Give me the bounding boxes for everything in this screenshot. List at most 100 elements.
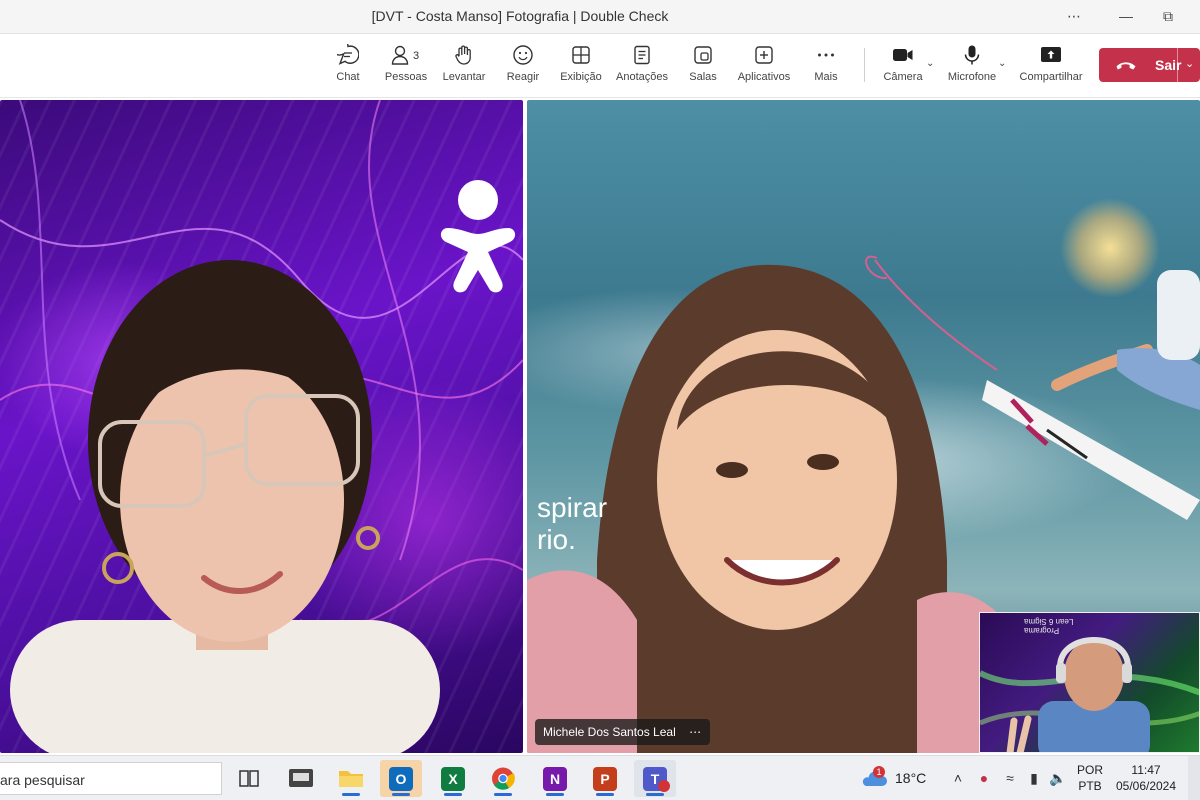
powerpoint-icon: P [593, 767, 617, 791]
onenote-icon: N [543, 767, 567, 791]
breakout-rooms-icon [694, 46, 712, 64]
participant-name-tag[interactable]: Michele Dos Santos Leal ⋯ [535, 719, 711, 745]
task-view-button[interactable] [228, 760, 270, 797]
more-icon [818, 53, 834, 57]
leave-button[interactable]: Sair ⌄ [1099, 48, 1200, 82]
restore-icon[interactable]: ⧉ [1154, 4, 1182, 28]
taskbar-app-excel[interactable]: X [432, 760, 474, 797]
show-hidden-icons-chevron-icon[interactable]: ˄ [948, 770, 968, 786]
task-view-icon [239, 770, 259, 787]
smiley-icon [513, 45, 533, 65]
people-label: Pessoas [384, 71, 428, 83]
window-more-icon[interactable]: ⋯ [1060, 4, 1088, 28]
share-screen-icon [1041, 47, 1061, 62]
notes-button[interactable]: Anotações [614, 44, 670, 92]
participant-video-left [0, 100, 523, 753]
teams-meeting-window: [DVT - Costa Manso] Fotografia | Double … [0, 0, 1200, 800]
apps-button[interactable]: Aplicativos [734, 44, 794, 92]
chat-icon [337, 44, 359, 65]
taskbar-app-outlook[interactable]: O [380, 760, 422, 797]
camera-button[interactable]: Câmera [880, 44, 926, 92]
react-button[interactable]: Reagir [504, 44, 542, 92]
people-icon [391, 45, 409, 65]
teams-recording-badge [658, 780, 670, 792]
more-button[interactable]: Mais [810, 44, 842, 92]
layout-grid-icon [572, 46, 590, 64]
people-count: 3 [413, 50, 420, 62]
caption-line2: Lean 6 Sigma [1024, 617, 1074, 626]
chat-label: Chat [336, 71, 360, 83]
security-alert-icon[interactable]: ● [974, 770, 994, 786]
chrome-icon [492, 767, 515, 790]
battery-icon[interactable]: ▮ [1024, 770, 1044, 787]
keyboard-layout: PTB [1078, 779, 1102, 793]
hang-up-icon [1116, 62, 1136, 70]
outlook-icon: O [389, 767, 413, 791]
background-text-line1: spirar [537, 492, 608, 523]
participant-name: Michele Dos Santos Leal [543, 725, 676, 739]
meeting-toolbar: Chat 3 Pessoas Levantar Reagir Exibição … [0, 34, 1200, 98]
raise-hand-button[interactable]: Levantar [440, 44, 488, 92]
vivo-logo-icon [440, 180, 516, 293]
microphone-button[interactable]: Microfone [944, 44, 1000, 92]
camera-label: Câmera [883, 71, 923, 83]
taskbar-clock[interactable]: 11:47 05/06/2024 [1112, 762, 1180, 794]
caption-line1: Programa [1024, 626, 1060, 635]
react-label: Reagir [506, 71, 540, 83]
window-title: [DVT - Costa Manso] Fotografia | Double … [371, 8, 669, 24]
apps-label: Aplicativos [737, 71, 791, 83]
windows-taskbar: ara pesquisar O X N P T 1 18°C ˄ ● ≈ ▮ 🔈… [0, 755, 1200, 800]
leave-divider [1177, 48, 1178, 82]
microphone-options-chevron-icon[interactable]: ⌄ [998, 58, 1006, 69]
title-bar: [DVT - Costa Manso] Fotografia | Double … [0, 0, 1200, 34]
taskbar-app-file-explorer[interactable] [330, 760, 372, 797]
share-label: Compartilhar [1019, 71, 1083, 83]
rooms-button[interactable]: Salas [686, 44, 720, 92]
toolbar-separator [864, 48, 865, 82]
folder-icon [339, 771, 363, 787]
add-app-icon [755, 46, 773, 64]
taskbar-app-powerpoint[interactable]: P [584, 760, 626, 797]
camera-options-chevron-icon[interactable]: ⌄ [926, 58, 934, 69]
view-label: Exibição [560, 71, 602, 83]
taskbar-app-chrome[interactable] [482, 760, 524, 797]
rooms-label: Salas [689, 71, 717, 83]
chat-button[interactable]: Chat [332, 44, 364, 92]
show-desktop-button[interactable] [1188, 756, 1200, 800]
minimize-icon[interactable]: — [1112, 4, 1140, 28]
volume-icon[interactable]: 🔈 [1048, 770, 1068, 787]
excel-icon: X [441, 767, 465, 791]
view-button[interactable]: Exibição [559, 44, 603, 92]
participant-video-tile-left[interactable] [0, 100, 523, 753]
more-label: Mais [814, 71, 838, 83]
video-stage: spirar rio. Michele Dos Santos Leal ⋯ Pr… [0, 98, 1200, 755]
wifi-icon[interactable]: ≈ [1000, 770, 1020, 786]
self-view-caption: Programa Lean 6 Sigma [1024, 617, 1073, 635]
notes-label: Anotações [616, 71, 668, 83]
clock-date: 05/06/2024 [1115, 779, 1177, 793]
search-placeholder: ara pesquisar [0, 772, 85, 788]
keyboard-icon [289, 769, 313, 787]
weather-temperature[interactable]: 18°C [895, 770, 926, 786]
people-button[interactable]: 3 Pessoas [384, 44, 428, 92]
clock-time: 11:47 [1131, 763, 1161, 777]
raise-hand-icon [455, 45, 471, 65]
weather-badge: 1 [873, 766, 885, 778]
self-view-video[interactable]: Programa Lean 6 Sigma [979, 612, 1200, 753]
background-text-line2: rio. [537, 524, 576, 555]
microphone-label: Microfone [947, 71, 997, 83]
taskbar-app-onenote[interactable]: N [534, 760, 576, 797]
self-view-feed [980, 637, 1199, 752]
participant-more-icon[interactable]: ⋯ [689, 725, 702, 739]
leave-options-chevron-icon[interactable]: ⌄ [1185, 57, 1194, 70]
camera-icon [893, 49, 913, 61]
taskbar-app-keyboard[interactable] [280, 760, 322, 797]
taskbar-search-box[interactable]: ara pesquisar [0, 762, 222, 795]
language-code: POR [1076, 763, 1103, 777]
language-indicator[interactable]: POR PTB [1074, 762, 1106, 794]
notes-icon [634, 45, 650, 65]
microphone-icon [964, 45, 980, 65]
share-button[interactable]: Compartilhar [1016, 44, 1086, 92]
raise-hand-label: Levantar [442, 71, 486, 83]
taskbar-app-teams[interactable]: T [634, 760, 676, 797]
